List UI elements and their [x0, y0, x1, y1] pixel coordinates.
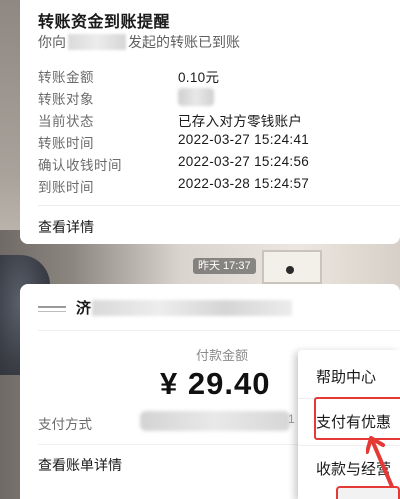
subtitle-suffix: 发起的转账已到账 — [128, 34, 240, 50]
merchant-logo-icon — [38, 306, 66, 312]
row-value: 2022-03-28 15:24:57 — [178, 176, 310, 191]
row-value: 2022-03-27 15:24:41 — [178, 132, 310, 147]
view-bill-details-link[interactable]: 查看账单详情 — [38, 455, 122, 475]
row-transfer-target: 转账对象 — [38, 88, 398, 110]
row-transfer-amount: 转账金额 0.10元 — [38, 66, 398, 88]
payment-method-tail: 1 — [288, 412, 295, 426]
payment-method-label: 支付方式 — [38, 417, 92, 432]
row-transfer-time: 转账时间 2022-03-27 15:24:41 — [38, 132, 398, 154]
row-value: 0.10元 — [178, 70, 220, 85]
row-label: 到账时间 — [38, 180, 94, 195]
highlight-box — [314, 397, 400, 440]
blurred-payment-method — [140, 411, 290, 431]
bottom-tab-highlighted[interactable] — [336, 486, 400, 499]
row-arrival-time: 到账时间 2022-03-28 15:24:57 — [38, 176, 398, 198]
row-label: 确认收钱时间 — [38, 158, 122, 173]
payment-amount: ¥ 29.40 — [160, 366, 271, 401]
transfer-card-title: 转账资金到账提醒 — [38, 14, 171, 31]
message-timestamp: 昨天 17:37 — [193, 258, 256, 274]
wallpaper-dot — [286, 266, 294, 274]
row-label: 转账对象 — [38, 92, 94, 107]
row-value: 2022-03-27 15:24:56 — [178, 154, 310, 169]
row-label: 当前状态 — [38, 114, 94, 129]
row-current-status: 当前状态 已存入对方零钱账户 — [38, 110, 398, 132]
row-label: 转账金额 — [38, 70, 94, 85]
card-divider — [38, 205, 400, 206]
blurred-recipient-name — [68, 34, 126, 50]
row-confirm-time: 确认收钱时间 2022-03-27 15:24:56 — [38, 154, 398, 176]
row-value: 已存入对方零钱账户 — [178, 114, 303, 129]
transfer-card-subtitle: 你向 发起的转账已到账 — [38, 32, 240, 52]
blurred-merchant-name — [92, 300, 292, 316]
merchant-name: 济 — [76, 300, 92, 317]
subtitle-prefix: 你向 — [38, 34, 66, 50]
menu-item-help-center[interactable]: 帮助中心 — [298, 352, 400, 398]
card-divider — [38, 330, 400, 331]
menu-item-label: 帮助中心 — [316, 369, 377, 386]
row-label: 转账时间 — [38, 136, 94, 151]
view-details-link[interactable]: 查看详情 — [38, 217, 94, 237]
blurred-transfer-target — [178, 88, 214, 106]
payment-amount-label: 付款金额 — [196, 348, 249, 363]
